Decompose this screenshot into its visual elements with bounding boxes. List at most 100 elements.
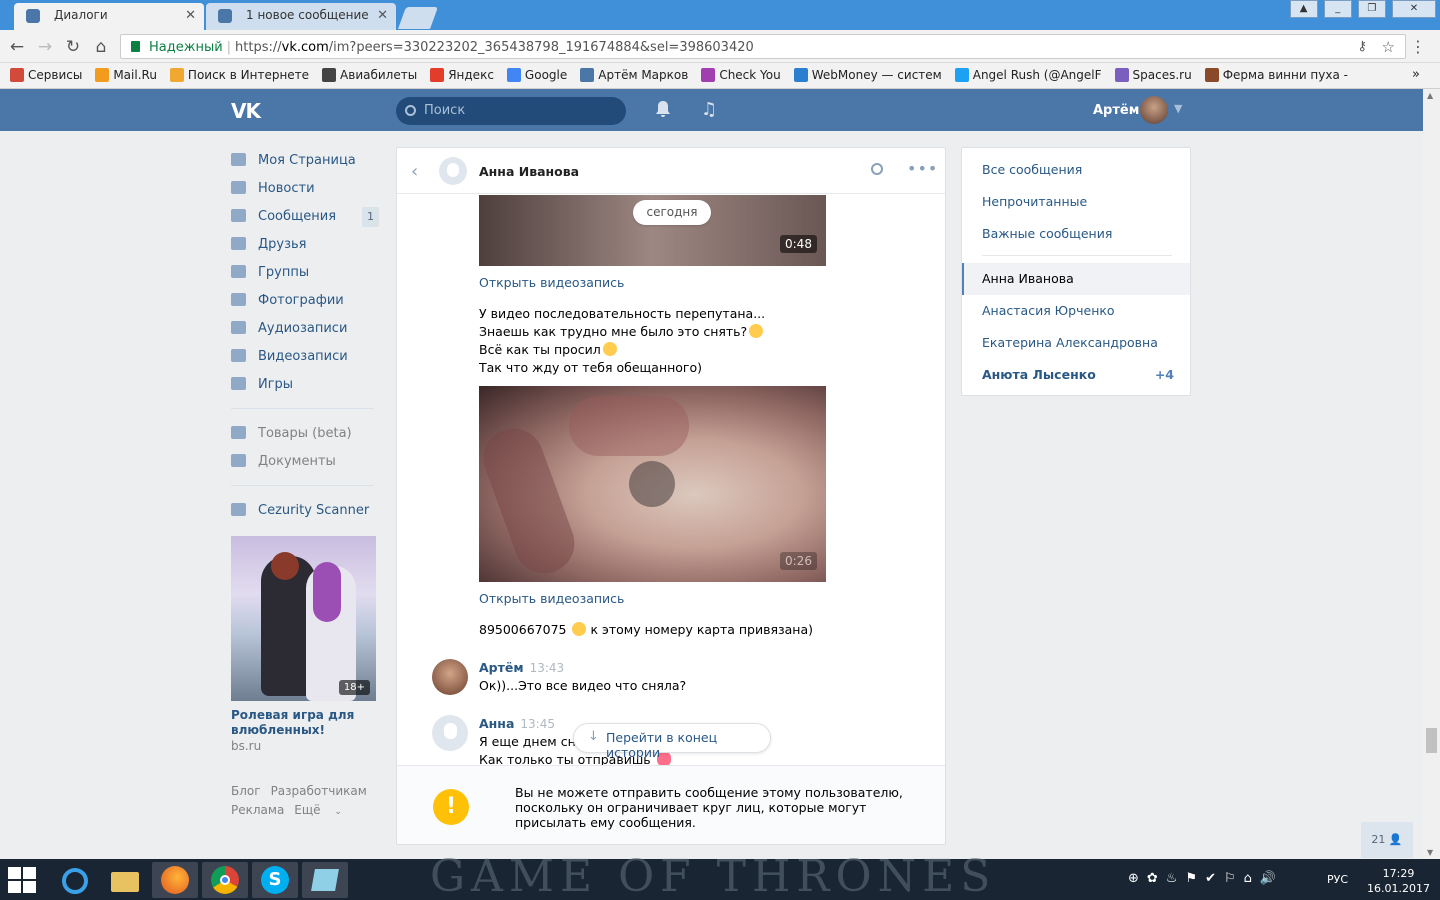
firefox-icon[interactable]	[152, 862, 198, 898]
filter-all-messages[interactable]: Все сообщения	[982, 162, 1082, 177]
more-dots-icon[interactable]: •••	[907, 159, 938, 178]
back-chevron-icon[interactable]: ‹	[411, 161, 418, 182]
bookmark-item[interactable]: Angel Rush (@AngelF	[954, 63, 1102, 82]
internet-explorer-icon[interactable]	[52, 862, 98, 898]
search-icon[interactable]	[871, 163, 883, 175]
bookmark-item[interactable]: Авиабилеты	[322, 63, 417, 82]
open-video-link[interactable]: Открыть видеозапись	[479, 591, 624, 606]
bookmark-item[interactable]: Check You	[701, 63, 781, 82]
minimize-button[interactable]: _	[1323, 0, 1352, 18]
promo-image[interactable]: 18+	[231, 536, 376, 701]
promo-title[interactable]: Ролевая игра для влюбленных!	[231, 708, 376, 738]
app-window-icon[interactable]	[302, 862, 348, 898]
system-tray-icons[interactable]: ⊕✿♨⚑✔⚐⌂🔊	[1128, 871, 1318, 889]
back-arrow-icon[interactable]: ←	[6, 37, 28, 57]
footer-ads-link[interactable]: Реклама	[231, 803, 284, 817]
footer-dev-link[interactable]: Разработчикам	[271, 784, 367, 798]
vk-header: VK Поиск ♫ Артём ▼	[0, 89, 1423, 131]
user-name[interactable]: Артём	[1093, 103, 1139, 118]
scroll-up-icon[interactable]: ▲	[1427, 91, 1433, 100]
maximize-button[interactable]: ❐	[1357, 0, 1386, 18]
chrome-icon[interactable]	[202, 862, 248, 898]
message-time[interactable]: 13:45	[520, 717, 555, 731]
sidebar-item-groups[interactable]: Группы	[231, 258, 381, 286]
unread-badge: 1	[362, 207, 379, 227]
dialog-ekaterina[interactable]: Екатерина Александровна	[982, 335, 1158, 350]
scrollbar-thumb[interactable]	[1426, 728, 1437, 753]
sender-avatar[interactable]	[432, 659, 468, 695]
bookmark-item[interactable]: Яндекс	[430, 63, 494, 82]
dialog-anyuta[interactable]: Анюта Лысенко	[982, 367, 1096, 382]
online-friends-widget[interactable]: 21 👤	[1361, 822, 1413, 858]
user-profile-icon[interactable]: ▲	[1289, 0, 1318, 18]
chat-avatar[interactable]	[439, 157, 467, 185]
sidebar-item-app[interactable]: Cezurity Scanner	[231, 496, 381, 524]
music-note-icon[interactable]: ♫	[701, 99, 717, 120]
tab-dialogs[interactable]: Диалоги ✕	[14, 3, 204, 30]
filter-unread[interactable]: Непрочитанные	[982, 194, 1087, 209]
url-input[interactable]: Надежный | https://vk.com/im?peers=3302232…	[120, 34, 1406, 59]
bookmark-item[interactable]: Mail.Ru	[95, 63, 157, 82]
footer-blog-link[interactable]: Блог	[231, 784, 261, 798]
sidebar-item-label: Друзья	[258, 237, 307, 252]
chat-name[interactable]: Анна Иванова	[479, 164, 579, 179]
bookmark-item[interactable]: WebMoney — систем	[793, 63, 942, 82]
sidebar-item-photos[interactable]: Фотографии	[231, 286, 381, 314]
input-language[interactable]: РУС	[1327, 873, 1348, 886]
bookmark-item[interactable]: Spaces.ru	[1114, 63, 1192, 82]
dialog-anna-ivanova[interactable]: Анна Иванова	[982, 271, 1074, 286]
sender-avatar[interactable]	[432, 715, 468, 751]
bookmark-item[interactable]: Сервисы	[10, 63, 82, 82]
bell-icon[interactable]	[655, 100, 671, 118]
search-input[interactable]: Поиск	[396, 97, 626, 125]
lock-icon	[131, 41, 140, 52]
sidebar-item-news[interactable]: Новости	[231, 174, 381, 202]
open-video-link[interactable]: Открыть видеозапись	[479, 275, 624, 290]
chevron-down-icon[interactable]: ▼	[1174, 102, 1182, 115]
close-tab-icon[interactable]: ✕	[185, 8, 196, 23]
bookmark-item[interactable]: Ферма винни пуха -	[1204, 63, 1348, 82]
taskbar-clock[interactable]: 17:29 16.01.2017	[1367, 866, 1430, 896]
key-icon[interactable]: ⚷	[1357, 39, 1367, 54]
reload-icon[interactable]: ↻	[62, 37, 84, 57]
star-icon[interactable]: ☆	[1382, 38, 1395, 56]
forward-arrow-icon[interactable]: →	[34, 37, 56, 57]
more-bookmarks-icon[interactable]: »	[1412, 67, 1420, 82]
sidebar-item-label: Фотографии	[258, 293, 344, 308]
sidebar-item-audio[interactable]: Аудиозаписи	[231, 314, 381, 342]
play-icon[interactable]	[629, 461, 675, 507]
home-icon[interactable]: ⌂	[90, 37, 112, 57]
sidebar-item-video[interactable]: Видеозаписи	[231, 342, 381, 370]
message: Артём 13:43 Ок))...Это все видео что снял…	[479, 659, 899, 695]
tab-new-message[interactable]: 1 новое сообщение ✕	[206, 3, 396, 30]
sidebar-item-documents[interactable]: Документы	[231, 447, 381, 475]
video-attachment-blurred[interactable]	[479, 386, 826, 582]
sender-name[interactable]: Артём	[479, 660, 524, 675]
bookmark-favicon-icon	[506, 68, 521, 82]
footer-more-link[interactable]: Ещё ⌄	[294, 803, 352, 817]
sidebar-item-goods[interactable]: Товары (beta)	[231, 419, 381, 447]
sidebar-item-messages[interactable]: Сообщения 1	[231, 202, 381, 230]
sidebar-item-games[interactable]: Игры	[231, 370, 381, 398]
new-tab-button[interactable]	[397, 7, 439, 29]
scroll-to-end-button[interactable]: ↓ Перейти в конец истории	[573, 723, 771, 760]
file-explorer-icon[interactable]	[102, 862, 148, 898]
skype-icon[interactable]: S	[252, 862, 298, 898]
sidebar-item-friends[interactable]: Друзья	[231, 230, 381, 258]
menu-dots-icon[interactable]: ⋮	[1410, 37, 1426, 56]
dialog-anastasia[interactable]: Анастасия Юрченко	[982, 303, 1115, 318]
scroll-down-icon[interactable]: ▼	[1427, 848, 1433, 857]
sidebar-item-home[interactable]: Моя Страница	[231, 146, 381, 174]
bookmark-item[interactable]: Поиск в Интернете	[169, 63, 309, 82]
bookmark-item[interactable]: Артём Марков	[580, 63, 688, 82]
browser-tab-bar: Диалоги ✕ 1 новое сообщение ✕ ▲ _ ❐ ✕	[0, 0, 1440, 30]
bookmark-item[interactable]: Google	[506, 63, 567, 82]
sender-name[interactable]: Анна	[479, 716, 514, 731]
close-tab-icon[interactable]: ✕	[377, 8, 388, 23]
message-time[interactable]: 13:43	[530, 661, 565, 675]
vk-logo[interactable]: VK	[231, 99, 261, 123]
close-window-button[interactable]: ✕	[1392, 0, 1436, 18]
filter-important[interactable]: Важные сообщения	[982, 226, 1112, 241]
user-avatar[interactable]	[1140, 96, 1168, 124]
start-button[interactable]	[8, 867, 38, 893]
